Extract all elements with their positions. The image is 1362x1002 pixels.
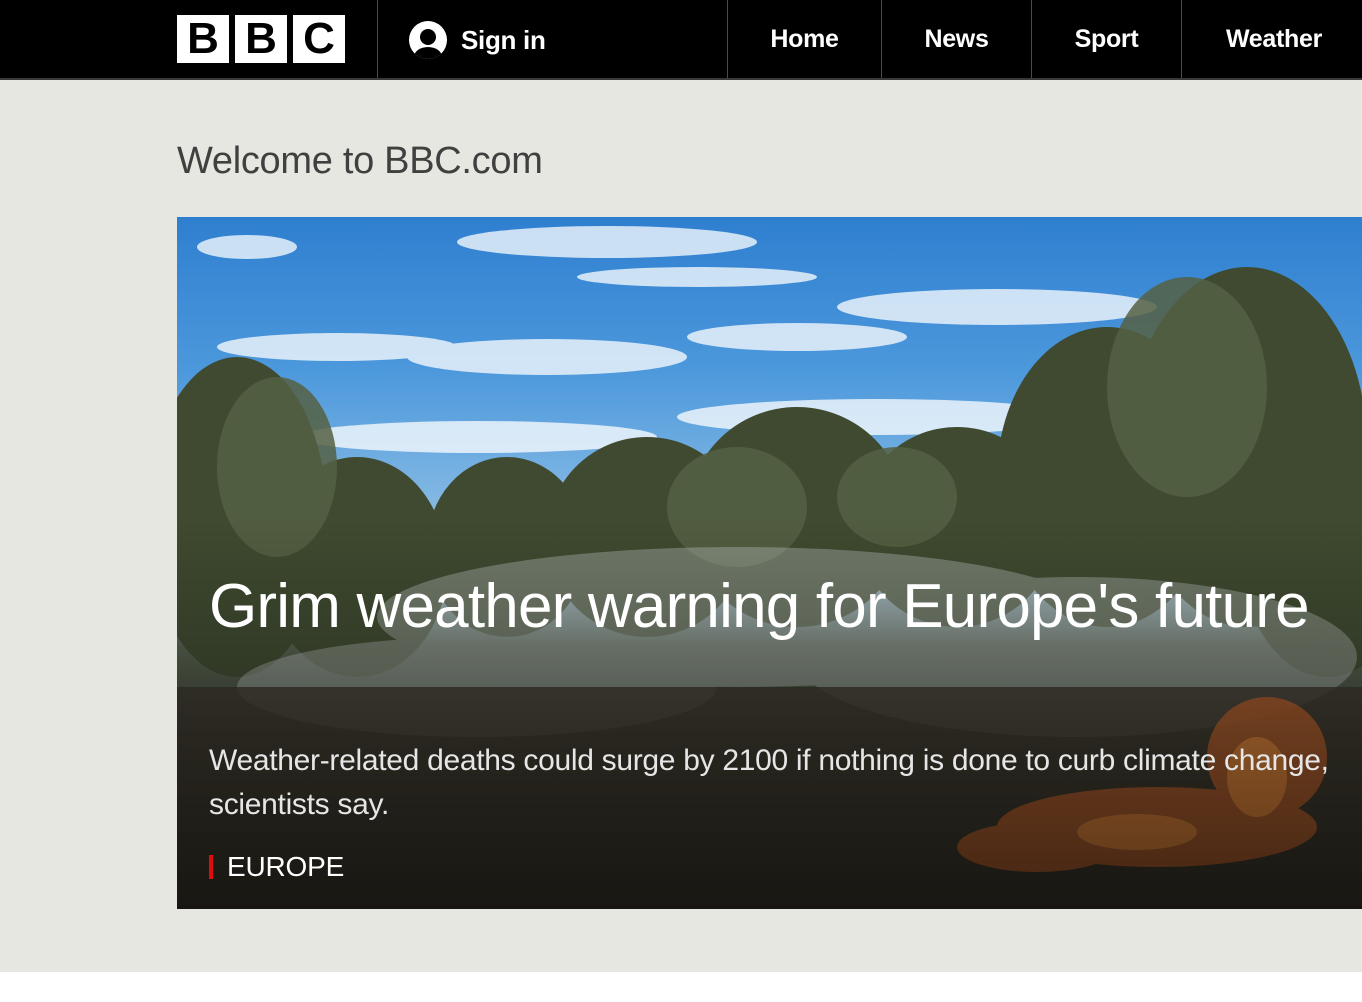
user-avatar-icon <box>409 21 447 59</box>
sign-in-button[interactable]: Sign in <box>409 20 546 60</box>
hero-headline[interactable]: Grim weather warning for Europe's future <box>209 569 1329 644</box>
logo-letter: B <box>177 15 229 63</box>
hero-story-card[interactable]: Grim weather warning for Europe's future… <box>177 217 1362 909</box>
page-footer-strip <box>0 972 1362 1002</box>
nav-item-news[interactable]: News <box>882 0 1031 78</box>
nav-divider <box>377 0 378 78</box>
logo-letter: C <box>293 15 345 63</box>
hero-summary: Weather-related deaths could surge by 21… <box>209 744 1329 821</box>
top-navigation-bar: B B C Sign in Home News Sport Weather <box>0 0 1362 80</box>
section-tag[interactable]: EUROPE <box>209 851 344 883</box>
nav-item-weather[interactable]: Weather <box>1182 0 1362 78</box>
section-tag-label: EUROPE <box>227 851 345 882</box>
logo-letter: B <box>235 15 287 63</box>
sign-in-label: Sign in <box>461 24 546 55</box>
bbc-logo[interactable]: B B C <box>177 15 345 63</box>
nav-item-sport[interactable]: Sport <box>1032 0 1181 78</box>
tag-accent-bar <box>209 855 213 879</box>
nav-item-home[interactable]: Home <box>728 0 881 78</box>
page-title: Welcome to BBC.com <box>177 140 543 182</box>
main-content: Welcome to BBC.com Grim weather warning … <box>0 80 1362 972</box>
